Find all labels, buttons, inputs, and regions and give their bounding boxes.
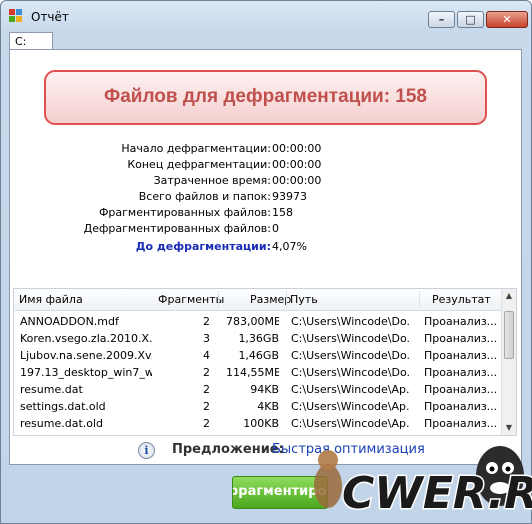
stat-label: Фрагментированных файлов:	[98, 206, 271, 219]
cell-fragments: 2	[203, 383, 210, 396]
report-panel: Файлов для дефрагментации: 158 Начало де…	[9, 49, 522, 465]
cell-name: settings.dat.old	[20, 400, 106, 413]
info-icon: i	[138, 442, 155, 459]
stat-label: Начало дефрагментации:	[121, 142, 271, 155]
cell-name: Koren.vsego.zla.2010.X...	[20, 332, 152, 345]
stat-value: 4,07%	[272, 240, 307, 253]
stat-defragmented: Дефрагментированных файлов: 0	[10, 222, 523, 238]
column-header-result[interactable]: Результат	[432, 293, 491, 306]
stat-label: Всего файлов и папок:	[138, 190, 271, 203]
cell-result: Проанализ...	[424, 315, 498, 328]
close-button[interactable]: ✕	[486, 11, 528, 28]
column-header-name[interactable]: Имя файла	[19, 293, 83, 306]
close-icon: ✕	[502, 13, 512, 26]
cell-result: Проанализ...	[424, 383, 498, 396]
stat-value: 93973	[272, 190, 307, 203]
cell-path: C:\Users\Wincode\Do...	[291, 349, 409, 362]
cell-path: C:\Users\Wincode\Ap...	[291, 400, 409, 413]
table-row[interactable]: Koren.vsego.zla.2010.X... 3 1,36GB C:\Us…	[14, 330, 504, 347]
stat-elapsed: Затраченное время: 00:00:00	[10, 174, 523, 190]
stat-start: Начало дефрагментации: 00:00:00	[10, 142, 523, 158]
stat-total: Всего файлов и папок: 93973	[10, 190, 523, 206]
tab-drive-c[interactable]: C:	[9, 32, 53, 50]
before-defrag-link[interactable]: До дефрагментации:	[136, 240, 271, 253]
cell-name: 197.13_desktop_win7_w...	[20, 366, 152, 379]
cell-path: C:\Users\Wincode\Do...	[291, 332, 409, 345]
table-row[interactable]: 197.13_desktop_win7_w... 2 114,55MB C:\U…	[14, 364, 504, 381]
scroll-up-arrow-icon[interactable]: ▲	[502, 289, 516, 303]
cell-fragments: 2	[203, 417, 210, 430]
stat-value: 00:00:00	[272, 174, 322, 187]
column-divider[interactable]	[286, 291, 287, 308]
watermark-text: CWER.RU	[342, 468, 532, 519]
stat-end: Конец дефрагментации: 00:00:00	[10, 158, 523, 174]
banner-text: Файлов для дефрагментации: 158	[104, 86, 427, 107]
cell-size: 4KB	[257, 400, 279, 413]
table-row[interactable]: ANNOADDON.mdf 2 783,00MB C:\Users\Wincod…	[14, 313, 504, 330]
stat-value: 0	[272, 222, 279, 235]
stat-fragmented: Фрагментированных файлов: 158	[10, 206, 523, 222]
cell-result: Проанализ...	[424, 349, 498, 362]
cell-path: C:\Users\Wincode\Do...	[291, 366, 409, 379]
cell-size: 1,36GB	[238, 332, 279, 345]
cell-path: C:\Users\Wincode\Ap...	[291, 383, 409, 396]
cell-fragments: 2	[203, 315, 210, 328]
stat-value: 158	[272, 206, 293, 219]
cell-name: Ljubov.na.sene.2009.Xv...	[20, 349, 152, 362]
cell-name: ANNOADDON.mdf	[20, 315, 119, 328]
file-list-header: Имя файла Фрагменты Размер Путь Результа…	[14, 289, 504, 311]
cell-size: 94KB	[250, 383, 279, 396]
cell-size: 114,55MB	[226, 366, 279, 379]
column-divider[interactable]	[419, 291, 420, 308]
suggestion-label: Предложение:	[172, 442, 284, 457]
app-icon	[9, 9, 22, 22]
cell-fragments: 4	[203, 349, 210, 362]
cell-result: Проанализ...	[424, 332, 498, 345]
column-divider[interactable]	[218, 291, 219, 308]
cell-result: Проанализ...	[424, 400, 498, 413]
maximize-icon: □	[465, 13, 476, 26]
stat-value: 00:00:00	[272, 158, 322, 171]
stat-label: Дефрагментированных файлов:	[83, 222, 271, 235]
cell-name: resume.dat.old	[20, 417, 104, 430]
column-header-path[interactable]: Путь	[290, 293, 318, 306]
file-list: Имя файла Фрагменты Размер Путь Результа…	[13, 288, 517, 436]
title-bar[interactable]: Отчёт – □ ✕	[1, 1, 531, 31]
cell-size: 783,00MB	[226, 315, 279, 328]
cell-fragments: 2	[203, 366, 210, 379]
column-header-fragments[interactable]: Фрагменты	[158, 293, 224, 306]
cell-name: resume.dat	[20, 383, 83, 396]
cell-fragments: 2	[203, 400, 210, 413]
minimize-icon: –	[438, 13, 445, 26]
files-to-defrag-banner: Файлов для дефрагментации: 158	[44, 70, 487, 125]
stat-label: Затраченное время:	[153, 174, 271, 187]
cell-size: 1,46GB	[238, 349, 279, 362]
cell-result: Проанализ...	[424, 366, 498, 379]
window-title: Отчёт	[31, 10, 69, 24]
stat-before-defrag: До дефрагментации: 4,07%	[10, 240, 523, 256]
cell-fragments: 3	[203, 332, 210, 345]
stat-label: Конец дефрагментации:	[127, 158, 271, 171]
cell-path: C:\Users\Wincode\Do...	[291, 315, 409, 328]
cwer-watermark-logo: CWER.RU	[314, 446, 532, 521]
minimize-button[interactable]: –	[428, 11, 455, 28]
table-row[interactable]: Ljubov.na.sene.2009.Xv... 4 1,46GB C:\Us…	[14, 347, 504, 364]
stat-value: 00:00:00	[272, 142, 322, 155]
table-row[interactable]: resume.dat 2 94KB C:\Users\Wincode\Ap...…	[14, 381, 504, 398]
maximize-button[interactable]: □	[457, 11, 484, 28]
vertical-scrollbar[interactable]: ▲ ▼	[501, 289, 516, 435]
drive-tabs: C:	[9, 32, 523, 50]
table-row[interactable]: settings.dat.old 2 4KB C:\Users\Wincode\…	[14, 398, 504, 415]
tab-label: C:	[15, 35, 27, 48]
scroll-thumb[interactable]	[504, 311, 514, 359]
cell-size: 100KB	[243, 417, 279, 430]
